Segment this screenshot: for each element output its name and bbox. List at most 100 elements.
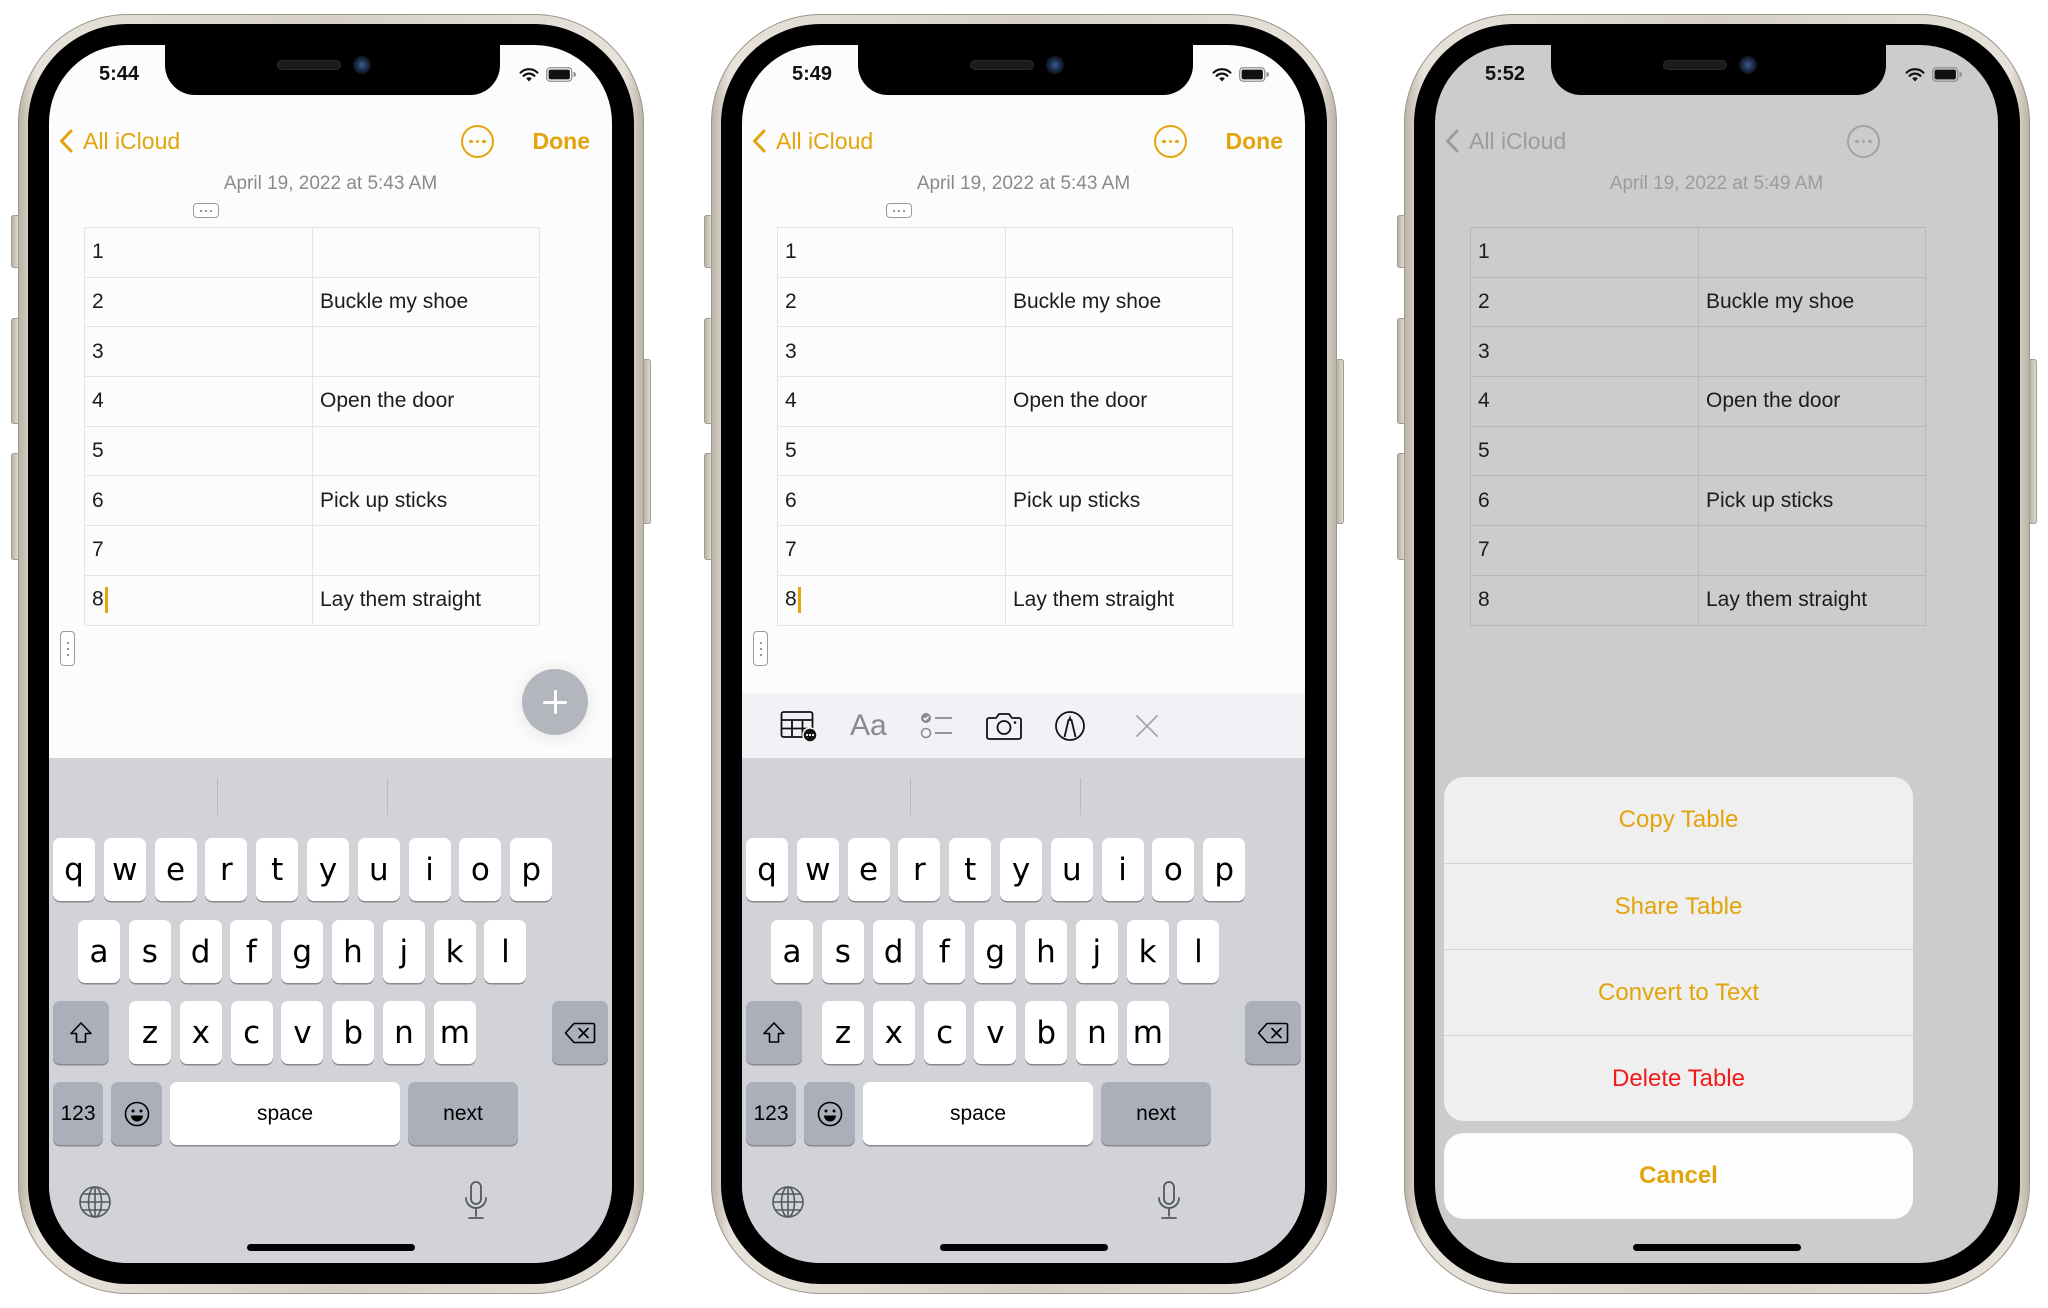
globe-icon[interactable]	[771, 1185, 805, 1219]
key-r[interactable]: r	[898, 838, 941, 901]
key-t[interactable]: t	[949, 838, 992, 901]
key-x[interactable]: x	[179, 1001, 222, 1064]
table-cell[interactable]	[312, 525, 540, 576]
key-u[interactable]: u	[357, 838, 400, 901]
key-v[interactable]: v	[281, 1001, 324, 1064]
microphone-icon[interactable]	[463, 1180, 489, 1222]
key-r[interactable]: r	[205, 838, 248, 901]
row-handle-button[interactable]	[753, 631, 768, 666]
table-cell[interactable]	[1005, 525, 1233, 576]
key-g[interactable]: g	[281, 920, 324, 983]
key-u[interactable]: u	[1050, 838, 1093, 901]
table-cell[interactable]	[1698, 425, 1926, 477]
shift-key[interactable]	[53, 1001, 109, 1064]
table-cell[interactable]: 4	[84, 376, 313, 427]
table-cell[interactable]: Buckle my shoe	[1698, 276, 1926, 328]
column-handle-button[interactable]	[886, 203, 912, 218]
home-indicator[interactable]	[1633, 1244, 1801, 1251]
key-f[interactable]: f	[230, 920, 273, 983]
key-d[interactable]: d	[872, 920, 915, 983]
table-cell[interactable]: 7	[777, 525, 1006, 576]
next-key[interactable]: next	[1101, 1082, 1211, 1145]
table-cell[interactable]: 5	[777, 425, 1006, 477]
cancel-button[interactable]: Cancel	[1444, 1133, 1913, 1219]
delete-key[interactable]	[552, 1001, 608, 1064]
table-cell[interactable]: 6	[777, 475, 1006, 527]
convert-to-text-button[interactable]: Convert to Text	[1444, 949, 1913, 1035]
table-cell[interactable]	[1005, 227, 1233, 278]
key-y[interactable]: y	[1000, 838, 1042, 901]
table-cell[interactable]: 4	[1470, 376, 1699, 427]
key-i[interactable]: i	[1101, 838, 1144, 901]
table-button[interactable]	[780, 709, 818, 743]
key-l[interactable]: l	[484, 920, 527, 983]
table-cell[interactable]: 5	[1470, 425, 1699, 477]
table-cell[interactable]: Open the door	[1005, 376, 1233, 427]
table-cell[interactable]: 8	[1470, 574, 1699, 626]
key-m[interactable]: m	[1126, 1001, 1169, 1064]
key-a[interactable]: a	[771, 920, 813, 983]
table-cell[interactable]	[1005, 326, 1233, 378]
key-q[interactable]: q	[746, 838, 788, 901]
home-indicator[interactable]	[940, 1244, 1108, 1251]
numbers-key[interactable]: 123	[746, 1082, 796, 1145]
key-c[interactable]: c	[230, 1001, 273, 1064]
key-b[interactable]: b	[1025, 1001, 1068, 1064]
note-table[interactable]: 1 2 Buckle my shoe 3 4 Open the door 5 6 Pick up…	[84, 227, 540, 626]
table-cell[interactable]	[1698, 227, 1926, 278]
key-e[interactable]: e	[847, 838, 890, 901]
emoji-key[interactable]	[111, 1082, 162, 1145]
key-i[interactable]: i	[408, 838, 451, 901]
key-d[interactable]: d	[179, 920, 222, 983]
table-cell[interactable]: Buckle my shoe	[1005, 276, 1233, 328]
key-f[interactable]: f	[923, 920, 966, 983]
table-cell[interactable]: 6	[84, 475, 313, 527]
camera-button[interactable]	[986, 709, 1022, 743]
globe-icon[interactable]	[78, 1185, 112, 1219]
table-cell[interactable]: 1	[777, 227, 1006, 278]
note-table[interactable]: 1 2 Buckle my shoe 3 4 Open the door 5 6 Pick up…	[1470, 227, 1926, 626]
key-s[interactable]: s	[821, 920, 864, 983]
key-n[interactable]: n	[383, 1001, 425, 1064]
table-cell[interactable]	[1005, 425, 1233, 477]
key-v[interactable]: v	[974, 1001, 1017, 1064]
table-cell[interactable]: Open the door	[312, 376, 540, 427]
done-button[interactable]: Done	[533, 123, 591, 159]
key-j[interactable]: j	[382, 920, 425, 983]
key-o[interactable]: o	[1152, 838, 1195, 901]
back-button[interactable]: All iCloud	[1445, 123, 1566, 159]
table-cell[interactable]: Lay them straight	[1698, 574, 1926, 626]
share-table-button[interactable]: Share Table	[1444, 863, 1913, 949]
table-cell[interactable]: Pick up sticks	[312, 475, 540, 527]
key-e[interactable]: e	[154, 838, 197, 901]
table-cell[interactable]: 3	[84, 326, 313, 378]
table-cell[interactable]: 5	[84, 425, 313, 477]
markup-button[interactable]	[1054, 709, 1086, 743]
copy-table-button[interactable]: Copy Table	[1444, 777, 1913, 863]
done-button[interactable]: Done	[1226, 123, 1284, 159]
space-key[interactable]: space	[863, 1082, 1093, 1145]
add-button[interactable]	[522, 669, 588, 735]
key-x[interactable]: x	[872, 1001, 915, 1064]
table-cell[interactable]: 8	[84, 574, 313, 626]
key-b[interactable]: b	[332, 1001, 375, 1064]
key-s[interactable]: s	[128, 920, 171, 983]
table-cell[interactable]	[312, 326, 540, 378]
shift-key[interactable]	[746, 1001, 802, 1064]
table-cell[interactable]: Buckle my shoe	[312, 276, 540, 328]
table-cell[interactable]: 3	[1470, 326, 1699, 378]
table-cell[interactable]: 2	[1470, 276, 1699, 328]
back-button[interactable]: All iCloud	[752, 123, 873, 159]
key-h[interactable]: h	[332, 920, 374, 983]
table-cell[interactable]: 1	[1470, 227, 1699, 278]
more-options-button[interactable]	[461, 125, 494, 158]
space-key[interactable]: space	[170, 1082, 400, 1145]
key-w[interactable]: w	[796, 838, 839, 901]
key-m[interactable]: m	[433, 1001, 476, 1064]
home-indicator[interactable]	[247, 1244, 415, 1251]
more-options-button[interactable]	[1847, 125, 1880, 158]
delete-key[interactable]	[1245, 1001, 1301, 1064]
table-cell[interactable]: Pick up sticks	[1005, 475, 1233, 527]
table-cell[interactable]: 4	[777, 376, 1006, 427]
microphone-icon[interactable]	[1156, 1180, 1182, 1222]
